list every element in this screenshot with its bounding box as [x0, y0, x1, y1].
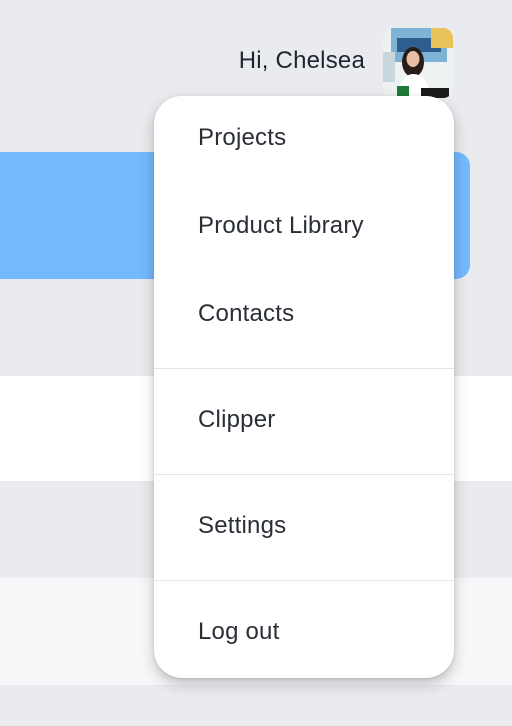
menu-divider	[154, 474, 454, 475]
avatar-photo-icon	[383, 28, 453, 98]
menu-item-contacts[interactable]: Contacts	[198, 300, 294, 328]
menu-divider	[154, 580, 454, 581]
menu-item-log-out[interactable]: Log out	[198, 618, 279, 646]
user-dropdown-menu: Projects Product Library Contacts Clippe…	[154, 96, 454, 678]
menu-item-projects[interactable]: Projects	[198, 124, 286, 152]
menu-item-product-library[interactable]: Product Library	[198, 212, 364, 240]
menu-item-settings[interactable]: Settings	[198, 512, 286, 540]
user-greeting: Hi, Chelsea	[238, 47, 365, 74]
user-avatar[interactable]	[383, 28, 453, 98]
menu-item-clipper[interactable]: Clipper	[198, 406, 275, 434]
menu-divider	[154, 368, 454, 369]
